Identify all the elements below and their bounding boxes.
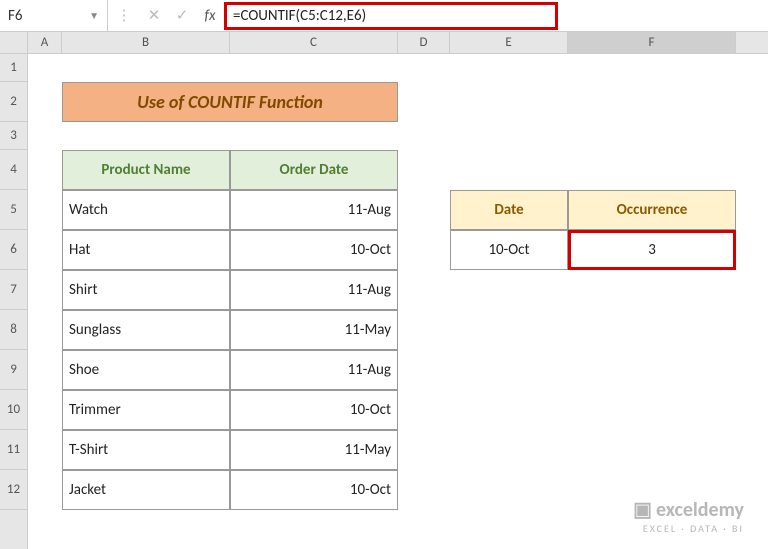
cell-c5[interactable]: 11-Aug <box>230 190 398 230</box>
cell-c7[interactable]: 11-Aug <box>230 270 398 310</box>
row-header-9[interactable]: 9 <box>0 350 27 390</box>
fx-icon[interactable]: fx <box>196 7 224 25</box>
cell-f6-active[interactable]: 3 <box>568 230 736 270</box>
name-box[interactable]: F6 ▼ <box>0 0 108 31</box>
select-all-corner[interactable] <box>0 32 27 54</box>
cell-b5[interactable]: Watch <box>62 190 230 230</box>
col-headers: A B C D E F <box>28 32 768 54</box>
chevron-down-icon[interactable]: ▼ <box>89 9 99 22</box>
cell-c6[interactable]: 10-Oct <box>230 230 398 270</box>
col-header-a[interactable]: A <box>28 32 62 53</box>
col-header-e[interactable]: E <box>450 32 568 53</box>
cell-c10[interactable]: 10-Oct <box>230 390 398 430</box>
row-header-4[interactable]: 4 <box>0 150 27 190</box>
cell-c11[interactable]: 11-May <box>230 430 398 470</box>
row-header-12[interactable]: 12 <box>0 470 27 510</box>
header-side-date: Date <box>450 190 568 230</box>
cancel-icon[interactable]: ✕ <box>140 6 168 25</box>
row-header-6[interactable]: 6 <box>0 230 27 270</box>
row-header-8[interactable]: 8 <box>0 310 27 350</box>
cell-b10[interactable]: Trimmer <box>62 390 230 430</box>
header-date: Order Date <box>230 150 398 190</box>
formula-bar: F6 ▼ ⋮ ✕ ✓ fx =COUNTIF(C5:C12,E6) <box>0 0 768 32</box>
row-header-2[interactable]: 2 <box>0 82 27 122</box>
cell-b9[interactable]: Shoe <box>62 350 230 390</box>
row-header-1[interactable]: 1 <box>0 54 27 82</box>
brand-text: exceldemy <box>656 498 744 522</box>
cell-e6[interactable]: 10-Oct <box>450 230 568 270</box>
col-header-b[interactable]: B <box>62 32 230 53</box>
cell-b7[interactable]: Shirt <box>62 270 230 310</box>
brand-subtext: EXCEL · DATA · BI <box>633 522 744 535</box>
col-header-d[interactable]: D <box>398 32 450 53</box>
logo-icon: ▣ <box>633 498 652 522</box>
header-side-occurrence: Occurrence <box>568 190 736 230</box>
cell-b11[interactable]: T-Shirt <box>62 430 230 470</box>
cell-c12[interactable]: 10-Oct <box>230 470 398 510</box>
formula-text: =COUNTIF(C5:C12,E6) <box>233 7 366 25</box>
separator: ⋮ <box>108 6 140 25</box>
title-banner: Use of COUNTIF Function <box>62 82 398 122</box>
cell-c9[interactable]: 11-Aug <box>230 350 398 390</box>
cell-b8[interactable]: Sunglass <box>62 310 230 350</box>
cell-b12[interactable]: Jacket <box>62 470 230 510</box>
cell-c8[interactable]: 11-May <box>230 310 398 350</box>
watermark: ▣exceldemy EXCEL · DATA · BI <box>633 497 744 535</box>
enter-icon[interactable]: ✓ <box>168 6 196 25</box>
col-header-c[interactable]: C <box>230 32 398 53</box>
formula-input[interactable]: =COUNTIF(C5:C12,E6) <box>224 2 558 30</box>
row-header-10[interactable]: 10 <box>0 390 27 430</box>
row-headers: 1 2 3 4 5 6 7 8 9 10 11 12 <box>0 32 28 549</box>
cell-b6[interactable]: Hat <box>62 230 230 270</box>
row-header-11[interactable]: 11 <box>0 430 27 470</box>
name-box-value: F6 <box>8 7 23 25</box>
row-header-5[interactable]: 5 <box>0 190 27 230</box>
header-product: Product Name <box>62 150 230 190</box>
row-header-3[interactable]: 3 <box>0 122 27 150</box>
grid-area: 1 2 3 4 5 6 7 8 9 10 11 12 A B C D E F U… <box>0 32 768 549</box>
sheet: A B C D E F Use of COUNTIF Function Prod… <box>28 32 768 549</box>
row-header-7[interactable]: 7 <box>0 270 27 310</box>
col-header-f[interactable]: F <box>568 32 736 53</box>
